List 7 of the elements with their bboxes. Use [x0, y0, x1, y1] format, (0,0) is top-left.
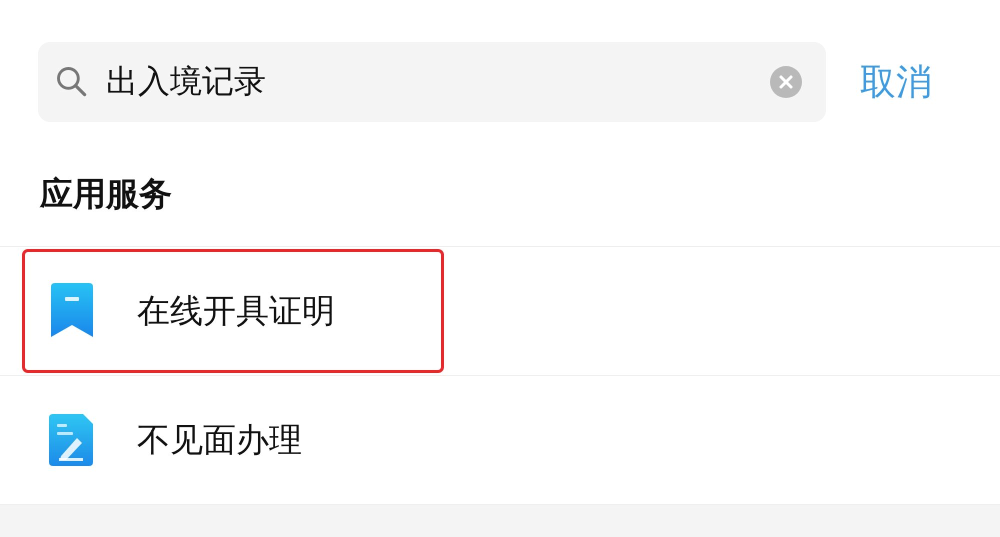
section-title: 应用服务: [40, 173, 173, 215]
search-field[interactable]: 出入境记录: [38, 42, 826, 122]
clear-icon[interactable]: [770, 66, 802, 98]
service-item[interactable]: 在线开具证明: [0, 247, 1000, 376]
service-label: 不见面办理: [137, 418, 302, 460]
search-query: 出入境记录: [106, 61, 266, 102]
service-label: 在线开具证明: [137, 290, 335, 332]
